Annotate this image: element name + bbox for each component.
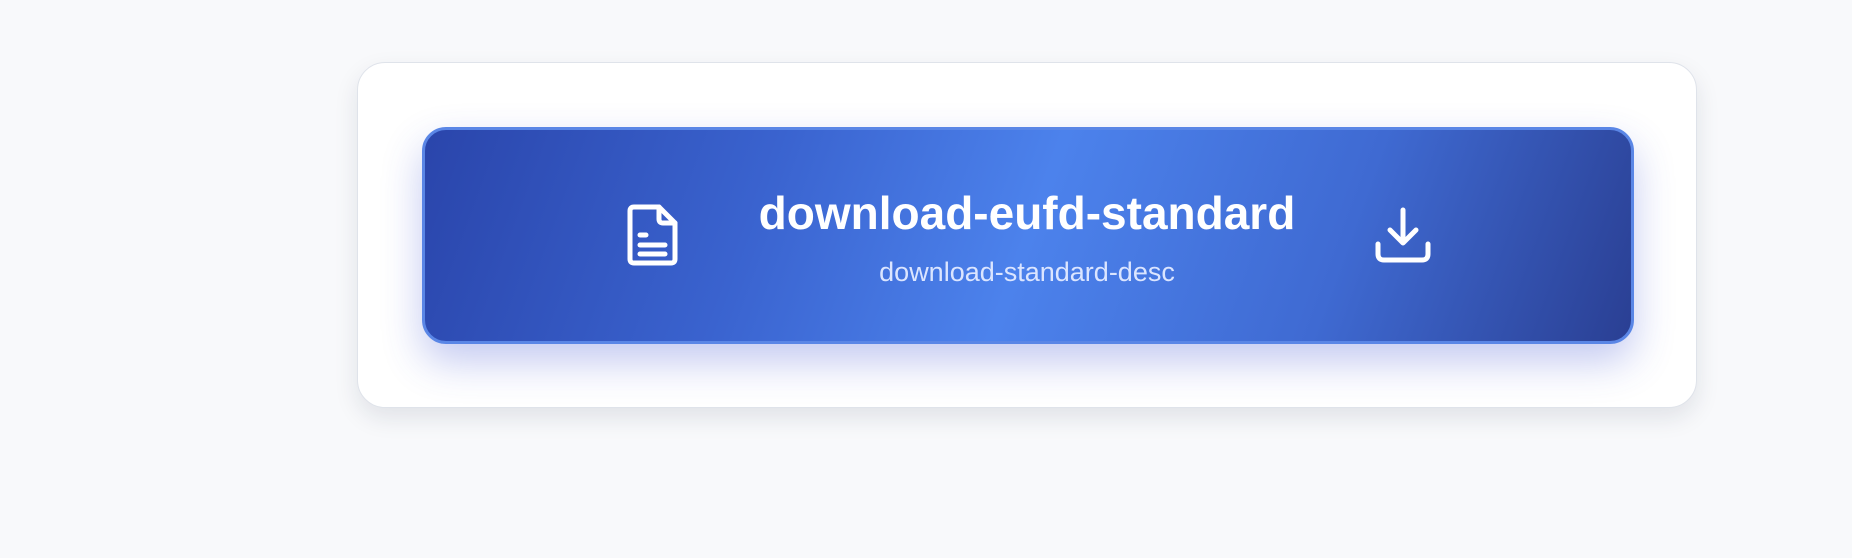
- button-description: download-standard-desc: [879, 257, 1175, 287]
- button-title: download-eufd-standard: [758, 187, 1296, 239]
- download-icon: [1372, 204, 1434, 266]
